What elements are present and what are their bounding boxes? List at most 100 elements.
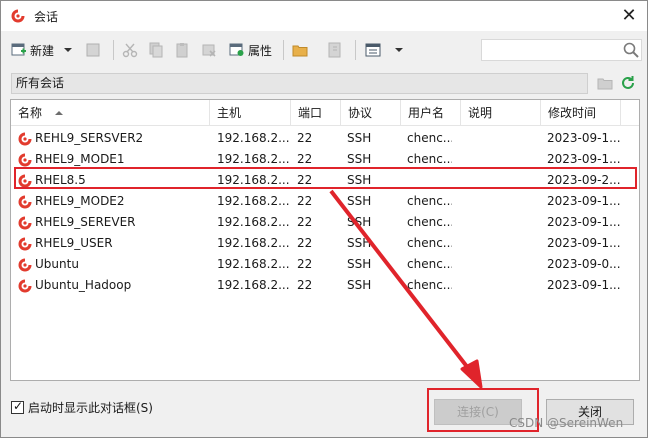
- cell-user: chenc...: [407, 131, 452, 145]
- session-row[interactable]: RHEL9_MODE2 192.168.2... 22 SSH chenc... 2023…: [11, 191, 639, 212]
- cell-modified: 2023-09-1...: [547, 278, 621, 292]
- column-header-name[interactable]: 名称: [11, 100, 210, 125]
- show-on-startup-checkbox[interactable]: ✓: [11, 399, 24, 414]
- cell-protocol: SSH: [347, 131, 372, 145]
- cell-host: 192.168.2...: [217, 278, 290, 292]
- cell-desc: [467, 170, 537, 191]
- view-menu-button[interactable]: [365, 39, 403, 61]
- session-icon: [18, 237, 32, 251]
- cell-modified: 2023-09-1...: [547, 215, 621, 229]
- search-input[interactable]: [481, 39, 642, 61]
- chevron-down-icon[interactable]: [64, 46, 73, 54]
- column-header-port[interactable]: 端口: [291, 100, 341, 125]
- cell-name: Ubuntu_Hadoop: [35, 278, 132, 292]
- column-header-username[interactable]: 用户名: [401, 100, 461, 125]
- cell-modified: 2023-09-1...: [547, 131, 621, 145]
- cell-name: RHEL9_MODE1: [35, 152, 125, 166]
- cell-user: chenc...: [407, 278, 452, 292]
- session-row[interactable]: Ubuntu 192.168.2... 22 SSH chenc... 2023-09-0…: [11, 254, 639, 275]
- properties-button[interactable]: 属性: [229, 39, 272, 61]
- column-header-label: 用户名: [408, 106, 445, 120]
- cell-protocol: SSH: [347, 173, 372, 187]
- folder-icon[interactable]: [292, 42, 308, 58]
- session-icon: [18, 279, 32, 293]
- session-icon: [18, 132, 32, 146]
- paste-icon[interactable]: [174, 42, 190, 58]
- refresh-icon[interactable]: [620, 75, 636, 91]
- cell-protocol: SSH: [347, 152, 372, 166]
- session-row[interactable]: RHEL9_MODE1 192.168.2... 22 SSH chenc... 2023…: [11, 149, 639, 170]
- terminal-icon[interactable]: [327, 42, 343, 58]
- cell-host: 192.168.2...: [217, 215, 290, 229]
- cell-user: [407, 170, 452, 191]
- cell-desc: [467, 191, 537, 212]
- search-icon[interactable]: [623, 42, 639, 58]
- column-header-description[interactable]: 说明: [461, 100, 541, 125]
- cell-port: 22: [297, 215, 313, 229]
- cell-protocol: SSH: [347, 257, 372, 271]
- cell-desc: [467, 212, 537, 233]
- close-window-icon[interactable]: ✕: [617, 4, 641, 28]
- copy-icon[interactable]: [148, 42, 164, 58]
- session-icon: [18, 153, 32, 167]
- delete-icon[interactable]: [201, 42, 217, 58]
- cell-desc: [467, 254, 537, 275]
- cell-port: 22: [297, 152, 313, 166]
- session-row[interactable]: REHL9_SERSVER2 192.168.2... 22 SSH chenc... 2…: [11, 128, 639, 149]
- cell-modified: 2023-09-0...: [547, 257, 621, 271]
- cell-user: chenc...: [407, 257, 452, 271]
- session-row[interactable]: RHEL9_SEREVER 192.168.2... 22 SSH chenc... 20…: [11, 212, 639, 233]
- cell-protocol: SSH: [347, 194, 372, 208]
- cell-port: 22: [297, 236, 313, 250]
- cell-desc: [467, 275, 537, 296]
- new-folder-icon[interactable]: [597, 75, 613, 91]
- cell-name: RHEL9_SEREVER: [35, 215, 136, 229]
- session-row[interactable]: Ubuntu_Hadoop 192.168.2... 22 SSH chenc... 20…: [11, 275, 639, 296]
- cell-user: chenc...: [407, 194, 452, 208]
- cell-user: chenc...: [407, 152, 452, 166]
- cell-host: 192.168.2...: [217, 152, 290, 166]
- cut-icon[interactable]: [122, 42, 138, 58]
- session-app-icon: [11, 9, 25, 23]
- cell-protocol: SSH: [347, 278, 372, 292]
- column-header-host[interactable]: 主机: [210, 100, 291, 125]
- cell-user: chenc...: [407, 215, 452, 229]
- session-icon: [18, 258, 32, 272]
- cell-protocol: SSH: [347, 236, 372, 250]
- cell-name: RHEL9_MODE2: [35, 194, 125, 208]
- list-header: 名称 主机 端口 协议 用户名 说明 修改时间: [11, 100, 639, 126]
- new-session-label: 新建: [30, 43, 55, 58]
- new-session-button[interactable]: 新建: [11, 39, 73, 61]
- cell-modified: 2023-09-1...: [547, 194, 621, 208]
- cell-host: 192.168.2...: [217, 257, 290, 271]
- session-row[interactable]: RHEL8.5 192.168.2... 22 SSH 2023-09-2...: [11, 170, 639, 191]
- column-header-label: 端口: [298, 106, 323, 120]
- cell-port: 22: [297, 278, 313, 292]
- cell-port: 22: [297, 173, 313, 187]
- watermark: CSDN @SereinWen: [509, 416, 624, 430]
- toolbar-separator: [113, 40, 114, 60]
- column-header-label: 修改时间: [548, 106, 597, 120]
- session-icon: [18, 174, 32, 188]
- cell-host: 192.168.2...: [217, 131, 290, 145]
- folder-path-label: 所有会话: [16, 76, 65, 90]
- chevron-down-icon[interactable]: [395, 46, 403, 54]
- column-header-modified[interactable]: 修改时间: [541, 100, 621, 125]
- session-row[interactable]: RHEL9_USER 192.168.2... 22 SSH chenc... 2023-…: [11, 233, 639, 254]
- toolbar: 新建 属性: [1, 31, 647, 69]
- session-icon: [18, 216, 32, 230]
- cell-modified: 2023-09-1...: [547, 236, 621, 250]
- show-on-startup-label[interactable]: 启动时显示此对话框(S): [28, 399, 153, 416]
- cell-user: chenc...: [407, 236, 452, 250]
- session-manager-icon[interactable]: [85, 42, 101, 58]
- column-header-protocol[interactable]: 协议: [341, 100, 401, 125]
- toolbar-separator: [283, 40, 284, 60]
- sessions-dialog: 会话 ✕ 新建 属性 所有会话 名称 主机 端口 协议 用户名 说明 修改时间 …: [0, 0, 648, 438]
- sort-ascending-icon: [55, 111, 63, 115]
- title-bar: 会话 ✕: [1, 1, 647, 31]
- column-header-label: 说明: [468, 106, 493, 120]
- cell-port: 22: [297, 131, 313, 145]
- cell-name: RHEL9_USER: [35, 236, 113, 250]
- column-header-label: 名称: [18, 106, 43, 120]
- cell-port: 22: [297, 257, 313, 271]
